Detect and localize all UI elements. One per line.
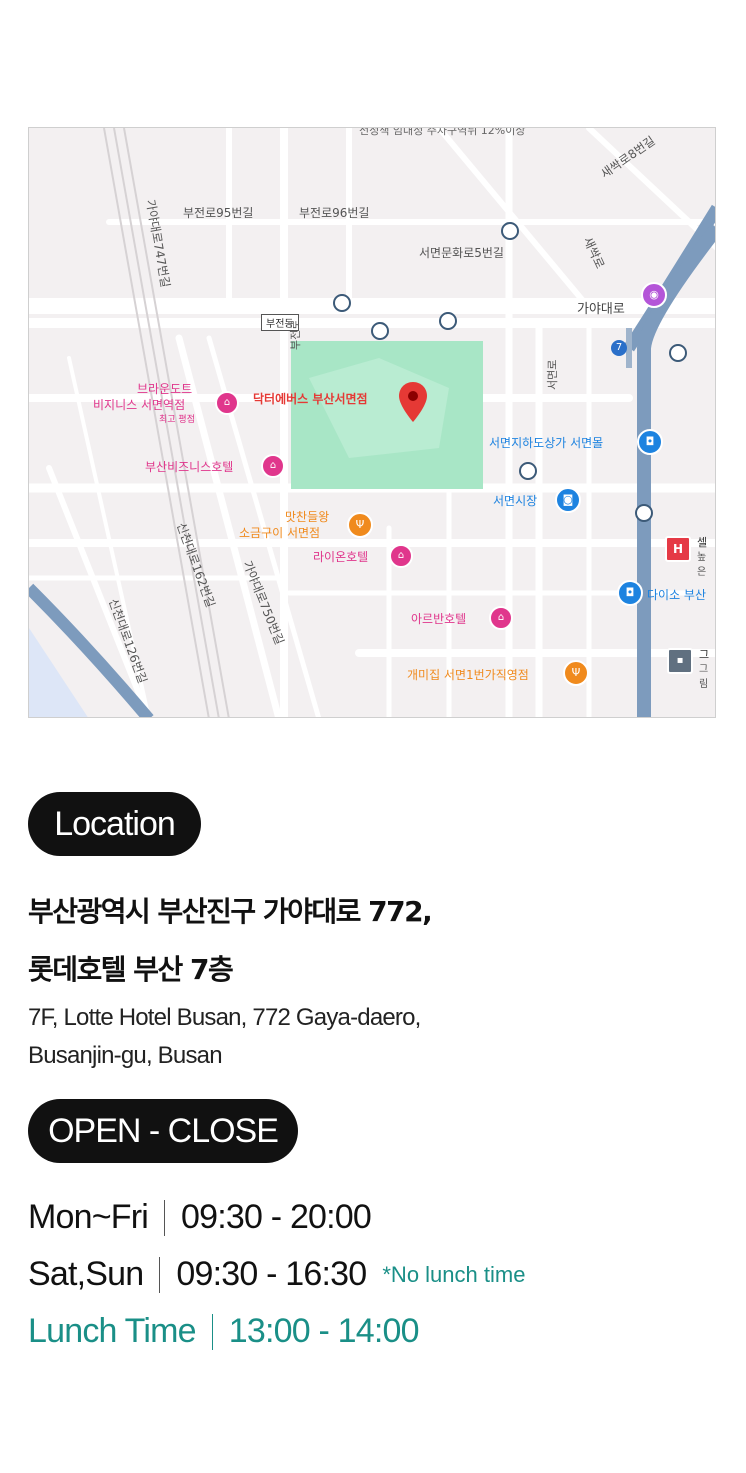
map-label-hotel: 라이온호텔 bbox=[313, 550, 369, 564]
map-label-road: 서면문화로5번길 bbox=[419, 246, 504, 260]
map-label-top-road: 전정책 임대정 주차구역뒤 12%이상 bbox=[359, 127, 526, 137]
bus-stop-icon[interactable] bbox=[635, 504, 653, 522]
hotel-icon[interactable]: ⌂ bbox=[489, 606, 513, 630]
hours-divider bbox=[211, 1313, 213, 1350]
cart-icon[interactable]: ◙ bbox=[555, 487, 581, 513]
hours-note: *No lunch time bbox=[382, 1261, 526, 1287]
map-label-poi: 다이소 부산 bbox=[647, 588, 707, 602]
map-label-poi: 서면시장 bbox=[493, 494, 538, 508]
map-label-poi: 그림 bbox=[699, 664, 709, 690]
hours-divider bbox=[164, 1199, 166, 1236]
hours-row-lunch: Lunch Time 13:00 - 14:00 bbox=[28, 1312, 420, 1351]
bus-stop-icon[interactable]: ▪ bbox=[667, 648, 693, 674]
hotel-icon[interactable]: ⌂ bbox=[215, 391, 239, 415]
camera-icon[interactable]: ◉ bbox=[641, 282, 667, 308]
shopping-bag-icon[interactable]: ◘ bbox=[637, 429, 663, 455]
bus-stop-icon[interactable] bbox=[669, 344, 687, 362]
location-map[interactable]: 전정책 임대정 주차구역뒤 12%이상 부전로95번길 부전로96번길 서면문화… bbox=[28, 127, 716, 718]
hours-time: 09:30 - 20:00 bbox=[181, 1198, 372, 1236]
address-english-line2: Busanjin-gu, Busan bbox=[28, 1042, 223, 1069]
map-label-poi: 서면지하도상가 서면몰 bbox=[489, 436, 604, 450]
address-english-line1: 7F, Lotte Hotel Busan, 772 Gaya-daero, bbox=[28, 1004, 421, 1031]
map-label-road: 부전로96번길 bbox=[299, 206, 370, 220]
hours-day: Mon~Fri bbox=[28, 1198, 149, 1236]
hours-time: 13:00 - 14:00 bbox=[228, 1312, 420, 1350]
address-korean-line2: 롯데호텔 부산 7층 bbox=[28, 953, 234, 986]
map-label-hotel: 브라운도트 bbox=[137, 382, 193, 396]
map-label-hotel: 비지니스 서면역점 bbox=[93, 398, 186, 412]
hours-row-weekday: Mon~Fri 09:30 - 20:00 bbox=[28, 1198, 372, 1237]
map-label-food: 맛찬들왕 bbox=[285, 510, 330, 524]
restaurant-icon[interactable]: Ψ bbox=[563, 660, 589, 686]
map-label-hotel: 부산비즈니스호텔 bbox=[145, 460, 234, 474]
address-korean-line1: 부산광역시 부산진구 가야대로 772, bbox=[28, 895, 433, 928]
map-label-road: 부전로 bbox=[289, 319, 302, 350]
hotel-icon[interactable]: ⌂ bbox=[389, 544, 413, 568]
map-label-poi: 높은 bbox=[697, 552, 707, 578]
map-label-food: 개미집 서면1번가직영점 bbox=[407, 668, 529, 682]
hours-day: Sat,Sun bbox=[28, 1255, 144, 1293]
hours-divider bbox=[159, 1256, 161, 1293]
hours-time: 09:30 - 16:30 bbox=[176, 1255, 367, 1293]
bus-stop-icon[interactable] bbox=[439, 312, 457, 330]
hospital-icon[interactable]: H bbox=[665, 536, 691, 562]
bus-stop-icon[interactable] bbox=[519, 462, 537, 480]
bus-stop-icon[interactable] bbox=[371, 322, 389, 340]
hours-row-weekend: Sat,Sun 09:30 - 16:30 *No lunch time bbox=[28, 1255, 525, 1294]
open-close-badge: OPEN - CLOSE bbox=[28, 1099, 298, 1163]
bus-stop-icon[interactable] bbox=[501, 222, 519, 240]
map-label-food: 소금구이 서면점 bbox=[239, 526, 321, 540]
subway-icon[interactable]: ◘ bbox=[617, 580, 643, 606]
map-label-road: 가야대로 bbox=[577, 302, 625, 317]
hotel-icon[interactable]: ⌂ bbox=[261, 454, 285, 478]
map-label-road: 부전로95번길 bbox=[183, 206, 254, 220]
hours-day: Lunch Time bbox=[28, 1312, 197, 1350]
bus-route-badge: 7 bbox=[611, 340, 627, 356]
location-badge: Location bbox=[28, 792, 201, 856]
map-label-hotel: 아르반호텔 bbox=[411, 612, 467, 626]
map-label-hotel-note: 최고 평점 bbox=[159, 415, 195, 425]
restaurant-icon[interactable]: Ψ bbox=[347, 512, 373, 538]
bus-stop-icon[interactable] bbox=[333, 294, 351, 312]
map-label-road: 서면로 bbox=[546, 359, 559, 390]
map-label-main-poi: 닥터에버스 부산서면점 bbox=[253, 392, 368, 406]
